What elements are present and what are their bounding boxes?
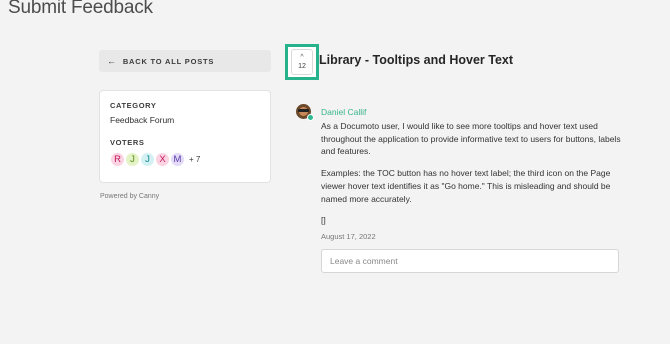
post-body: As a Documoto user, I would like to see … — [321, 120, 621, 236]
arrow-left-icon: ← — [107, 56, 117, 66]
voters-more-link[interactable]: + 7 — [189, 155, 200, 164]
vote-counter: ^ 12 — [291, 49, 313, 75]
voter-avatar[interactable]: M — [170, 152, 185, 167]
chevron-up-icon: ^ — [300, 54, 304, 61]
voter-avatar[interactable]: R — [110, 152, 125, 167]
page-title: Submit Feedback — [8, 0, 153, 18]
post-info-card: CATEGORY Feedback Forum VOTERS R J J X M… — [99, 90, 271, 183]
back-to-all-posts-button[interactable]: ← BACK TO ALL POSTS — [99, 50, 271, 72]
voters-list: R J J X M + 7 — [110, 152, 260, 167]
post-paragraph: [] — [321, 215, 326, 226]
upvote-button[interactable]: ^ 12 — [285, 44, 319, 80]
voter-avatar[interactable]: J — [140, 152, 155, 167]
post-date: August 17, 2022 — [321, 232, 376, 241]
post-paragraph: Examples: the TOC button has no hover te… — [321, 168, 611, 204]
category-value[interactable]: Feedback Forum — [110, 115, 260, 125]
category-label: CATEGORY — [110, 101, 157, 110]
author-name[interactable]: Daniel Callif — [321, 107, 366, 117]
post-paragraph: As a Documoto user, I would like to see … — [321, 121, 621, 157]
vote-count: 12 — [298, 63, 306, 70]
verified-badge-icon — [307, 114, 314, 121]
author-avatar[interactable] — [296, 104, 314, 121]
voters-label: VOTERS — [110, 138, 145, 147]
comment-input[interactable] — [321, 249, 619, 273]
post-title: Library - Tooltips and Hover Text — [319, 53, 514, 67]
powered-by-canny-link[interactable]: Powered by Canny — [100, 193, 159, 200]
back-label: BACK TO ALL POSTS — [122, 56, 215, 66]
voter-avatar[interactable]: J — [125, 152, 140, 167]
voter-avatar[interactable]: X — [155, 152, 170, 167]
